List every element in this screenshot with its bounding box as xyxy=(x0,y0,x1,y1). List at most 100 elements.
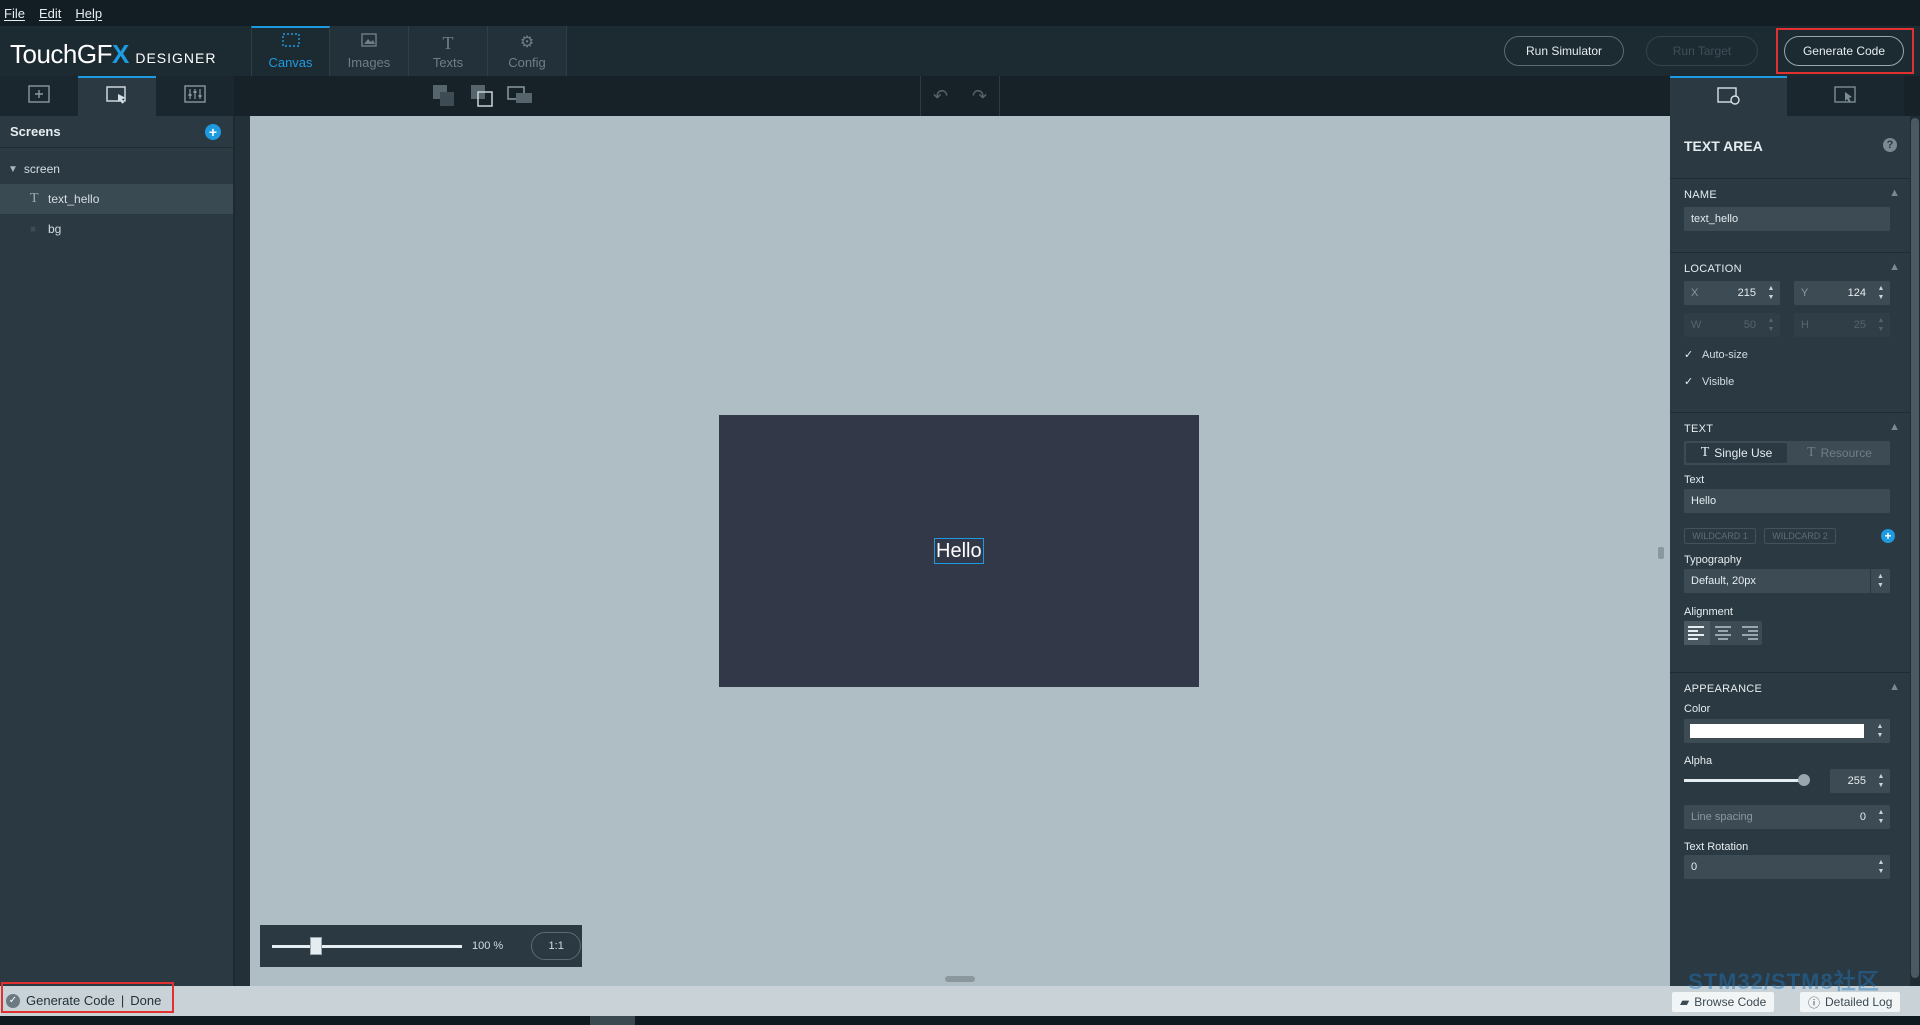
screens-label: Screens xyxy=(10,124,61,139)
tab-images[interactable]: Images xyxy=(330,26,409,76)
send-backward-icon[interactable] xyxy=(430,82,458,110)
x-field[interactable]: X 215 ▲ ▼ xyxy=(1684,281,1780,305)
alpha-value: 255 xyxy=(1847,775,1866,787)
typography-label: Typography xyxy=(1684,554,1742,566)
typography-stepper-icon[interactable]: ▲ ▼ xyxy=(1870,569,1890,593)
tab-properties[interactable] xyxy=(1670,76,1787,116)
design-canvas[interactable]: Hello 100 % 1:1 xyxy=(250,116,1670,986)
align-right-icon[interactable] xyxy=(1736,621,1762,645)
menu-help[interactable]: Help xyxy=(75,6,102,21)
interactions-icon xyxy=(184,84,206,108)
undo-redo-group: ↶ ↷ xyxy=(920,76,1000,116)
color-picker[interactable]: ▲ ▼ xyxy=(1684,719,1890,743)
status-state: Done xyxy=(130,993,162,1008)
redo-icon[interactable]: ↷ xyxy=(972,86,987,107)
wildcard-2-button[interactable]: WILDCARD 2 xyxy=(1764,528,1836,544)
typography-select[interactable]: Default, 20px ▲ ▼ xyxy=(1684,569,1890,593)
tab-tree-view[interactable] xyxy=(78,76,156,116)
menu-edit[interactable]: Edit xyxy=(39,6,61,21)
scrollbar-thumb[interactable] xyxy=(1911,118,1919,978)
location-section: LOCATION ▲ X 215 ▲ ▼ Y 124 ▲ ▼ W 50 ▲ ▼ H 2… xyxy=(1670,252,1910,412)
single-use-label: Single Use xyxy=(1714,446,1773,460)
auto-size-checkbox[interactable]: ✓ Auto-size xyxy=(1684,349,1748,361)
chevron-up-icon[interactable]: ▲ xyxy=(1889,261,1900,273)
alpha-slider[interactable] xyxy=(1684,774,1810,786)
typography-value: Default, 20px xyxy=(1691,575,1756,587)
canvas-icon xyxy=(281,33,300,51)
y-value: 124 xyxy=(1847,287,1866,299)
text-rotation-stepper-icon[interactable]: ▲ ▼ xyxy=(1872,855,1890,879)
wildcard-1-button[interactable]: WILDCARD 1 xyxy=(1684,528,1756,544)
zoom-slider-handle[interactable] xyxy=(309,936,322,955)
logo-sub-text: DESIGNER xyxy=(135,50,217,66)
visible-checkbox[interactable]: ✓ Visible xyxy=(1684,376,1734,388)
chevron-up-icon[interactable]: ▲ xyxy=(1889,187,1900,199)
alpha-slider-handle[interactable] xyxy=(1798,774,1810,786)
line-spacing-field[interactable]: Line spacing 0 ▲ ▼ xyxy=(1684,805,1890,829)
add-wildcard-icon[interactable]: + xyxy=(1881,529,1895,543)
zoom-reset-button[interactable]: 1:1 xyxy=(531,932,582,960)
tree-item-bg[interactable]: ■ bg xyxy=(0,214,233,244)
resource-label: Resource xyxy=(1820,446,1872,460)
y-stepper-icon[interactable]: ▲ ▼ xyxy=(1872,281,1890,305)
bring-to-front-icon[interactable] xyxy=(506,82,534,110)
appearance-section-label: APPEARANCE xyxy=(1684,683,1763,695)
align-center-icon[interactable] xyxy=(1710,621,1736,645)
line-spacing-stepper-icon[interactable]: ▲ ▼ xyxy=(1872,805,1890,829)
tab-canvas[interactable]: Canvas xyxy=(251,26,330,76)
menu-bar: File Edit Help xyxy=(0,0,1920,26)
menu-file[interactable]: File xyxy=(4,6,25,21)
generate-code-button[interactable]: Generate Code xyxy=(1784,36,1904,66)
alpha-stepper-icon[interactable]: ▲ ▼ xyxy=(1872,769,1890,793)
top-toolbar: TouchGF X DESIGNER Canvas Images T Texts… xyxy=(0,26,1920,76)
chevron-down-icon[interactable]: ▼ xyxy=(8,164,18,175)
height-field: H 25 ▲ ▼ xyxy=(1794,313,1890,337)
tab-texts-label: Texts xyxy=(432,55,464,70)
color-swatch[interactable] xyxy=(1690,724,1864,738)
single-use-button[interactable]: T Single Use xyxy=(1686,443,1787,463)
align-left-icon[interactable] xyxy=(1684,621,1710,645)
alignment-label: Alignment xyxy=(1684,606,1733,618)
tab-add-widget[interactable] xyxy=(0,76,78,116)
resource-button[interactable]: T Resource xyxy=(1789,441,1890,465)
taskbar-tab[interactable] xyxy=(590,1016,635,1025)
text-input[interactable]: Hello xyxy=(1684,489,1890,513)
tree-item-text-hello[interactable]: T text_hello xyxy=(0,184,233,214)
run-simulator-button[interactable]: Run Simulator xyxy=(1504,36,1624,66)
folder-icon: ▰ xyxy=(1680,995,1690,1009)
properties-panel: TEXT AREA ? NAME ▲ text_hello LOCATION ▲… xyxy=(1670,116,1920,986)
y-field[interactable]: Y 124 ▲ ▼ xyxy=(1794,281,1890,305)
tab-config[interactable]: ⚙ Config xyxy=(488,26,567,76)
tab-canvas-label: Canvas xyxy=(268,55,313,70)
visible-label: Visible xyxy=(1702,376,1735,388)
x-stepper-icon[interactable]: ▲ ▼ xyxy=(1762,281,1780,305)
zoom-percentage: 100 % xyxy=(472,940,504,952)
bring-forward-icon[interactable] xyxy=(468,82,496,110)
tab-interactions[interactable] xyxy=(156,76,234,116)
add-screen-icon[interactable]: + xyxy=(205,123,221,140)
canvas-bottom-handle[interactable] xyxy=(945,976,975,982)
tree-item-screen[interactable]: ▼ screen xyxy=(0,154,233,184)
help-icon[interactable]: ? xyxy=(1883,138,1897,152)
config-icon: ⚙ xyxy=(519,34,535,51)
text-hello-widget[interactable]: Hello xyxy=(934,538,984,564)
undo-icon[interactable]: ↶ xyxy=(933,86,948,107)
chevron-up-icon[interactable]: ▲ xyxy=(1889,421,1900,433)
alpha-field[interactable]: 255 ▲ ▼ xyxy=(1830,769,1890,793)
text-rotation-field[interactable]: 0 ▲ ▼ xyxy=(1684,855,1890,879)
tab-interactions-right[interactable] xyxy=(1787,76,1904,116)
canvas-resize-handle[interactable] xyxy=(1658,547,1664,559)
name-input[interactable]: text_hello xyxy=(1684,207,1890,231)
run-target-button[interactable]: Run Target xyxy=(1646,36,1758,66)
properties-scrollbar[interactable] xyxy=(1910,116,1920,986)
y-label: Y xyxy=(1801,287,1809,299)
info-icon: ⓘ xyxy=(1808,995,1821,1010)
zoom-slider[interactable] xyxy=(272,936,462,955)
screens-header: Screens + xyxy=(0,116,233,148)
tab-texts[interactable]: T Texts xyxy=(409,26,488,76)
check-circle-icon: ✓ xyxy=(6,993,20,1008)
color-stepper-icon[interactable]: ▲ ▼ xyxy=(1870,719,1890,743)
chevron-up-icon[interactable]: ▲ xyxy=(1889,681,1900,693)
watermark-text: STM32/STM8社区 xyxy=(1688,969,1880,994)
interaction-pointer-icon xyxy=(1833,85,1858,107)
